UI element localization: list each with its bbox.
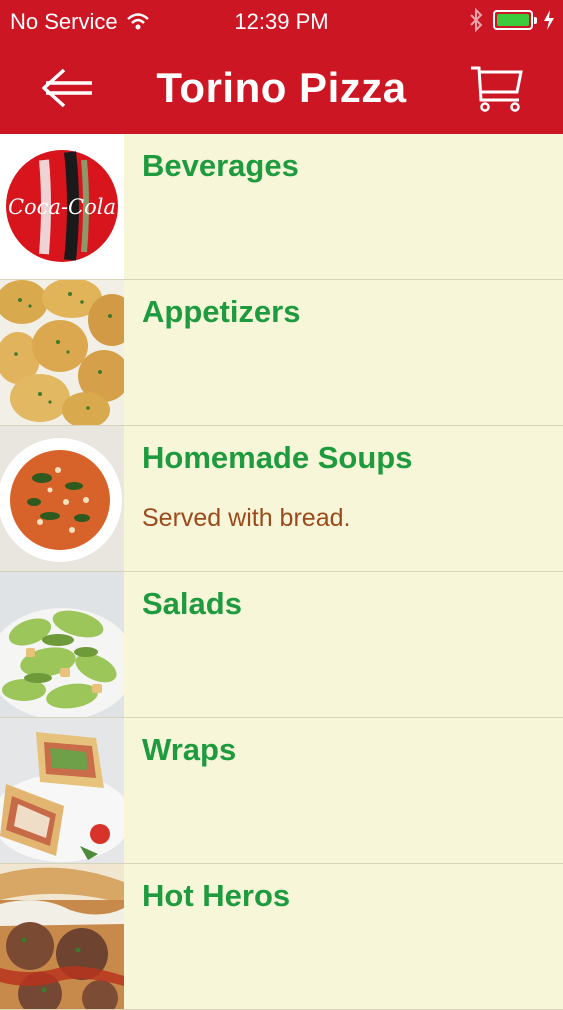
category-title: Homemade Soups	[142, 440, 413, 475]
soup-bowl-image	[0, 426, 124, 571]
coca-cola-logo-image: Coca-Cola	[0, 134, 124, 279]
wrap-sandwich-image	[0, 718, 124, 863]
category-description: Served with bread.	[142, 504, 351, 532]
cart-icon	[471, 66, 523, 112]
garlic-knots-image	[0, 280, 124, 425]
category-row-wraps[interactable]: Wraps	[0, 718, 563, 864]
status-bar: No Service 12:39 PM	[0, 0, 563, 44]
category-list: Coca-Cola Beverages Appetizers Homemade …	[0, 134, 563, 1010]
battery-icon	[493, 10, 537, 30]
category-title: Wraps	[142, 732, 237, 767]
category-title: Appetizers	[142, 294, 301, 329]
category-row-appetizers[interactable]: Appetizers	[0, 280, 563, 426]
category-row-hot-heros[interactable]: Hot Heros	[0, 864, 563, 1010]
battery-level	[497, 14, 529, 26]
status-right	[469, 8, 555, 32]
category-row-salads[interactable]: Salads	[0, 572, 563, 718]
navigation-bar: Torino Pizza	[0, 44, 563, 134]
category-row-beverages[interactable]: Coca-Cola Beverages	[0, 134, 563, 280]
meatball-hero-image	[0, 864, 124, 1009]
category-row-homemade-soups[interactable]: Homemade Soups Served with bread.	[0, 426, 563, 572]
logo-text: Coca-Cola	[8, 195, 116, 219]
caesar-salad-image	[0, 572, 124, 717]
category-title: Hot Heros	[142, 878, 291, 913]
charging-bolt-icon	[544, 10, 554, 30]
cart-button[interactable]	[467, 62, 527, 114]
app-header: No Service 12:39 PM Torino Pizza	[0, 0, 563, 134]
category-title: Salads	[142, 586, 242, 621]
bluetooth-icon	[470, 8, 483, 32]
category-title: Beverages	[142, 148, 299, 183]
